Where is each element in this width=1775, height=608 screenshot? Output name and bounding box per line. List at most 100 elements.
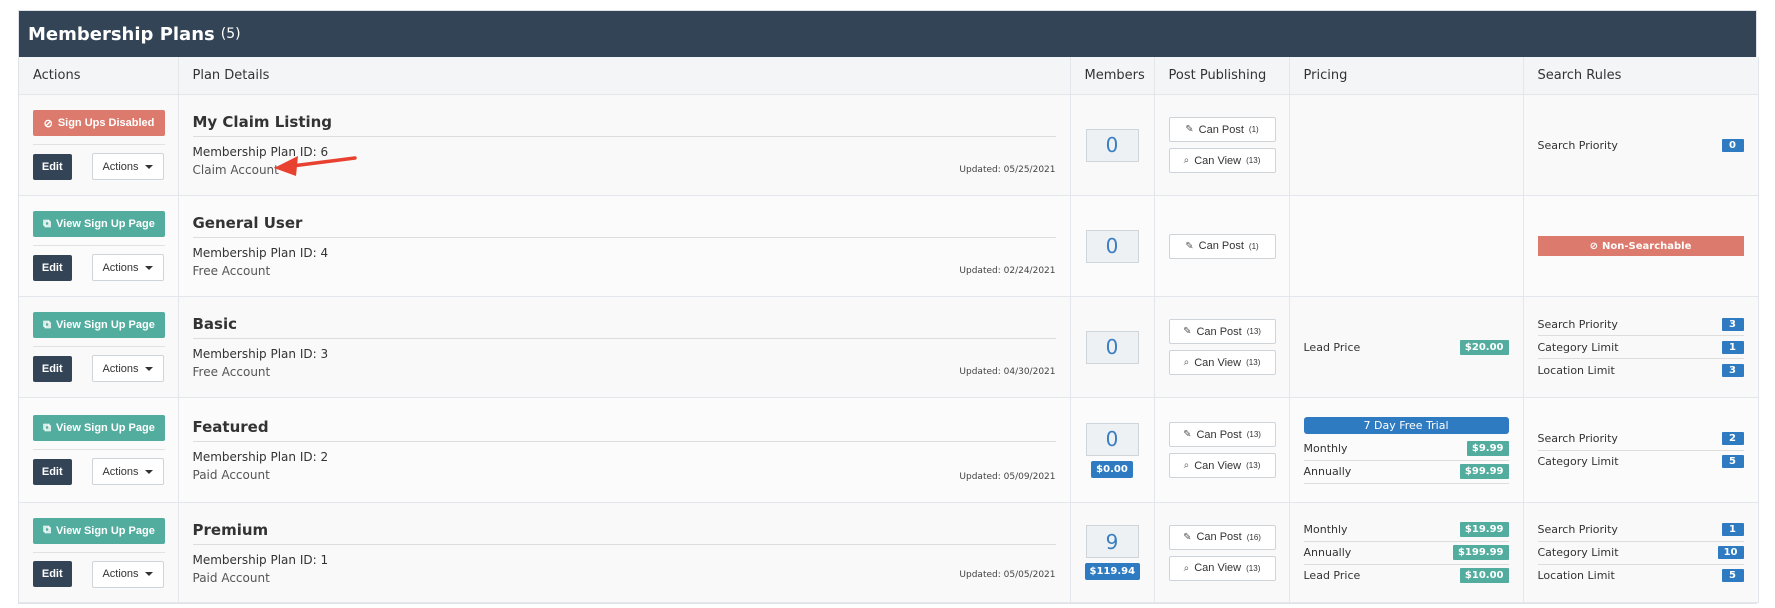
search-rule-row: Category Limit 1	[1537, 336, 1744, 359]
can-view-button[interactable]: ⌕ Can View (13)	[1168, 555, 1276, 581]
table-row: ⊘ Sign Ups Disabled Edit Actions My Claim…	[19, 94, 1759, 196]
search-rule-value: 10	[1717, 546, 1744, 559]
price-label: Annually	[1303, 546, 1352, 559]
pricing-cell: Lead Price $20.00	[1289, 296, 1524, 398]
view-sign-up-page-button[interactable]: ⧉ View Sign Up Page	[33, 415, 165, 441]
post-publishing-cell: ✎ Can Post (1)	[1154, 195, 1290, 297]
can-view-button[interactable]: ⌕ Can View (13)	[1168, 350, 1276, 375]
price-label: Lead Price	[1303, 340, 1361, 354]
members-count[interactable]: 0	[1085, 229, 1139, 263]
action-buttons: Edit Actions	[33, 153, 164, 180]
edit-button[interactable]: Edit	[33, 458, 72, 485]
search-rule-value: 3	[1721, 317, 1744, 331]
view-sign-up-page-button[interactable]: ⧉ View Sign Up Page	[33, 211, 165, 237]
members-count[interactable]: 0	[1085, 330, 1139, 364]
plan-details-cell: General User Membership Plan ID: 4 Free …	[178, 195, 1071, 297]
price-row: Annually $99.99	[1303, 461, 1509, 484]
col-search-rules: Search Rules	[1523, 57, 1759, 95]
pricing-cell	[1289, 195, 1524, 297]
edit-icon: ✎	[1183, 429, 1192, 440]
can-post-button[interactable]: ✎ Can Post (13)	[1168, 319, 1276, 344]
col-plan-details: Plan Details	[178, 57, 1071, 95]
price-row: Lead Price $20.00	[1304, 336, 1509, 358]
edit-button[interactable]: Edit	[33, 561, 72, 587]
actions-dropdown[interactable]: Actions	[91, 458, 164, 485]
members-count[interactable]: 0	[1085, 422, 1139, 456]
price-badge: $19.99	[1459, 522, 1509, 537]
actions-dropdown[interactable]: Actions	[91, 560, 164, 588]
search-rule-row: Location Limit 5	[1538, 565, 1744, 587]
members-count[interactable]: 9	[1085, 525, 1139, 558]
divider	[33, 245, 165, 246]
can-post-button[interactable]: ✎ Can Post (1)	[1168, 233, 1276, 259]
search-icon: ⌕	[1183, 155, 1190, 166]
price-badge: $99.99	[1459, 464, 1509, 479]
updated-date: Updated: 05/09/2021	[959, 472, 1056, 482]
price-label: Monthly	[1303, 523, 1348, 536]
actions-dropdown[interactable]: Actions	[91, 153, 164, 180]
search-rule-row: Category Limit 10	[1537, 542, 1744, 565]
view-sign-up-page-button[interactable]: ⧉ View Sign Up Page	[33, 517, 165, 544]
search-rules-cell: Search Priority 0	[1523, 94, 1759, 196]
search-rules-cell: Search Priority 3 Category Limit 1 Locat…	[1523, 296, 1759, 398]
members-count[interactable]: 0	[1085, 128, 1139, 162]
search-rule-label: Search Priority	[1537, 317, 1618, 331]
price-row: Annually $199.99	[1303, 542, 1509, 565]
external-link-icon: ⧉	[43, 318, 52, 331]
table-row: ⧉ View Sign Up Page Edit Actions Basic Me…	[19, 296, 1759, 398]
plan-name: Premium	[192, 520, 269, 539]
plan-account-type: Free Account	[192, 264, 271, 278]
plan-details-cell: Basic Membership Plan ID: 3 Free Account…	[178, 296, 1071, 398]
membership-plans-panel: Membership Plans (5) Actions Plan Detail…	[18, 10, 1759, 604]
can-view-button[interactable]: ⌕ Can View (13)	[1168, 148, 1276, 173]
price-label: Annually	[1303, 465, 1352, 478]
members-revenue-badge: $119.94	[1084, 563, 1141, 580]
members-cell: 9 $119.94	[1070, 502, 1155, 603]
edit-button[interactable]: Edit	[33, 153, 72, 180]
plan-name: My Claim Listing	[192, 113, 333, 131]
can-view-button[interactable]: ⌕ Can View (13)	[1168, 453, 1276, 478]
plan-name: Featured	[192, 418, 269, 436]
post-publishing-cell: ✎ Can Post (16) ⌕ Can View (13)	[1154, 502, 1290, 603]
external-link-icon: ⧉	[43, 421, 52, 434]
view-sign-up-page-button[interactable]: ⧉ View Sign Up Page	[33, 312, 165, 338]
edit-button[interactable]: Edit	[33, 254, 72, 281]
can-post-button[interactable]: ✎ Can Post (13)	[1168, 422, 1276, 447]
can-post-button[interactable]: ✎ Can Post (1)	[1168, 117, 1276, 142]
actions-dropdown[interactable]: Actions	[91, 254, 164, 281]
action-buttons: Edit Actions	[33, 254, 164, 281]
can-post-button[interactable]: ✎ Can Post (16)	[1168, 524, 1276, 550]
pricing-cell: 7 Day Free Trial Monthly $9.99 Annually …	[1289, 397, 1524, 503]
divider	[192, 543, 1056, 545]
members-revenue-badge: $0.00	[1091, 460, 1133, 478]
actions-cell: ⧉ View Sign Up Page Edit Actions	[19, 397, 179, 503]
plan-id: Membership Plan ID: 3	[192, 347, 329, 361]
search-icon: ⌕	[1183, 357, 1190, 368]
actions-cell: ⧉ View Sign Up Page Edit Actions	[19, 502, 179, 603]
actions-cell: ⧉ View Sign Up Page Edit Actions	[19, 296, 179, 398]
price-row: Monthly $19.99	[1303, 519, 1509, 542]
search-rule-row: Category Limit 5	[1538, 451, 1744, 473]
search-icon: ⌕	[1183, 460, 1190, 471]
sign-ups-disabled-button[interactable]: ⊘ Sign Ups Disabled	[33, 110, 165, 136]
table-row: ⧉ View Sign Up Page Edit Actions Featured…	[19, 397, 1759, 503]
divider	[192, 237, 1056, 238]
post-publishing-cell: ✎ Can Post (13) ⌕ Can View (13)	[1154, 397, 1290, 503]
caret-down-icon	[144, 469, 153, 474]
search-rules-cell: ⊘ Non-Searchable	[1523, 195, 1759, 297]
plan-name: General User	[192, 214, 303, 232]
external-link-icon: ⧉	[43, 217, 52, 230]
caret-down-icon	[144, 572, 153, 576]
price-badge: $9.99	[1466, 441, 1509, 456]
search-rule-label: Category Limit	[1537, 340, 1619, 354]
edit-button[interactable]: Edit	[33, 355, 72, 382]
actions-dropdown[interactable]: Actions	[91, 355, 164, 382]
price-badge: $20.00	[1459, 339, 1509, 355]
divider	[192, 441, 1056, 442]
price-row: Lead Price $10.00	[1304, 565, 1509, 587]
free-trial-badge: 7 Day Free Trial	[1303, 416, 1509, 434]
search-rule-label: Category Limit	[1537, 455, 1619, 468]
post-publishing-cell: ✎ Can Post (13) ⌕ Can View (13)	[1154, 296, 1290, 398]
search-rule-row: Search Priority 1	[1537, 519, 1744, 542]
search-rule-label: Search Priority	[1537, 432, 1618, 445]
